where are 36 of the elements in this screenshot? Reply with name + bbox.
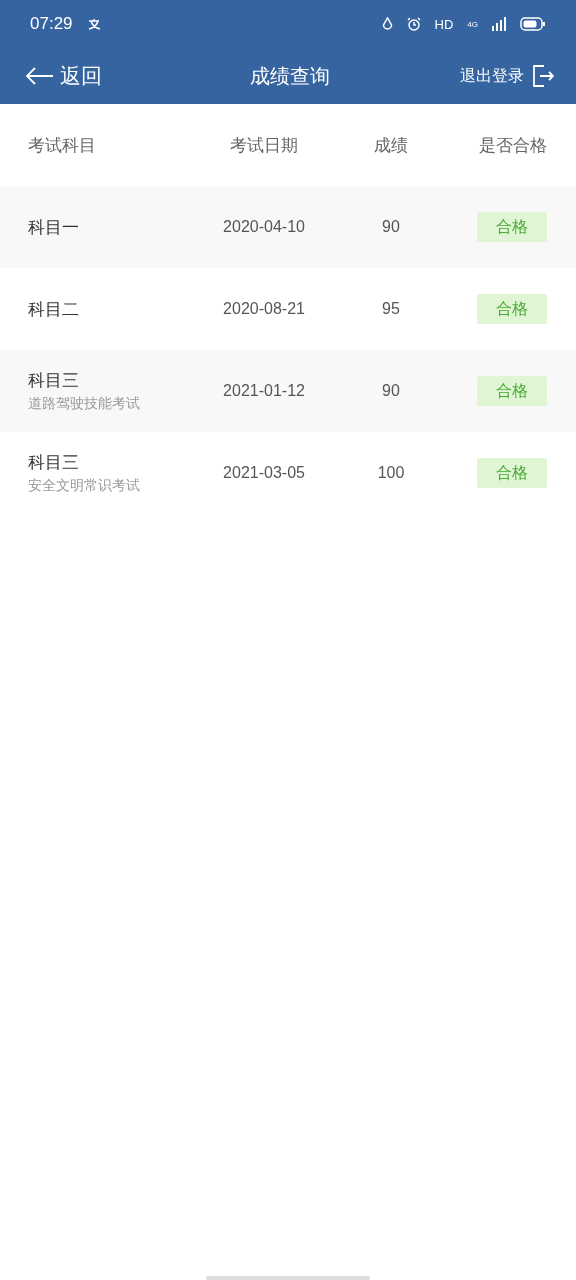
subject-note: 道路驾驶技能考试	[28, 395, 141, 413]
page-title: 成绩查询	[250, 62, 330, 90]
date-cell: 2020-08-21	[223, 300, 305, 318]
subject-cell-text: 科目二	[28, 297, 80, 321]
back-button[interactable]: 返回	[26, 62, 102, 90]
column-header: 考试日期	[230, 133, 298, 157]
result-badge: 合格	[477, 458, 547, 488]
score-cell: 90	[382, 218, 400, 236]
drop-icon	[381, 17, 393, 31]
battery-icon	[520, 17, 546, 31]
result-badge: 合格	[477, 376, 547, 406]
back-arrow-icon	[26, 67, 54, 85]
column-header: 是否合格	[479, 133, 547, 157]
status-time: 07:29	[30, 14, 73, 34]
date-cell: 2021-03-05	[223, 464, 305, 482]
subject-cell-text: 科目三	[28, 451, 80, 474]
column-header: 考试科目	[28, 133, 96, 157]
column-header: 成绩	[374, 133, 408, 157]
alarm-icon	[406, 17, 421, 31]
date-cell: 2020-04-10	[223, 218, 305, 236]
subject-note: 安全文明常识考试	[28, 477, 141, 495]
subject-cell-text: 科目三	[28, 369, 80, 392]
date-cell: 2021-01-12	[223, 382, 305, 400]
logout-button[interactable]: 退出登录	[460, 65, 554, 87]
signal-icon	[492, 17, 506, 31]
subject-cell-text: 科目一	[28, 215, 80, 239]
score-cell: 100	[377, 464, 405, 482]
result-badge: 合格	[477, 294, 547, 324]
logout-icon	[532, 65, 554, 87]
translate-icon	[86, 18, 103, 30]
network-label: HD	[434, 16, 454, 32]
result-badge: 合格	[477, 212, 547, 242]
score-cell: 95	[382, 300, 400, 318]
score-cell: 90	[382, 382, 400, 400]
signal-type-label: 4G	[467, 19, 478, 29]
home-indicator[interactable]	[206, 1276, 370, 1280]
